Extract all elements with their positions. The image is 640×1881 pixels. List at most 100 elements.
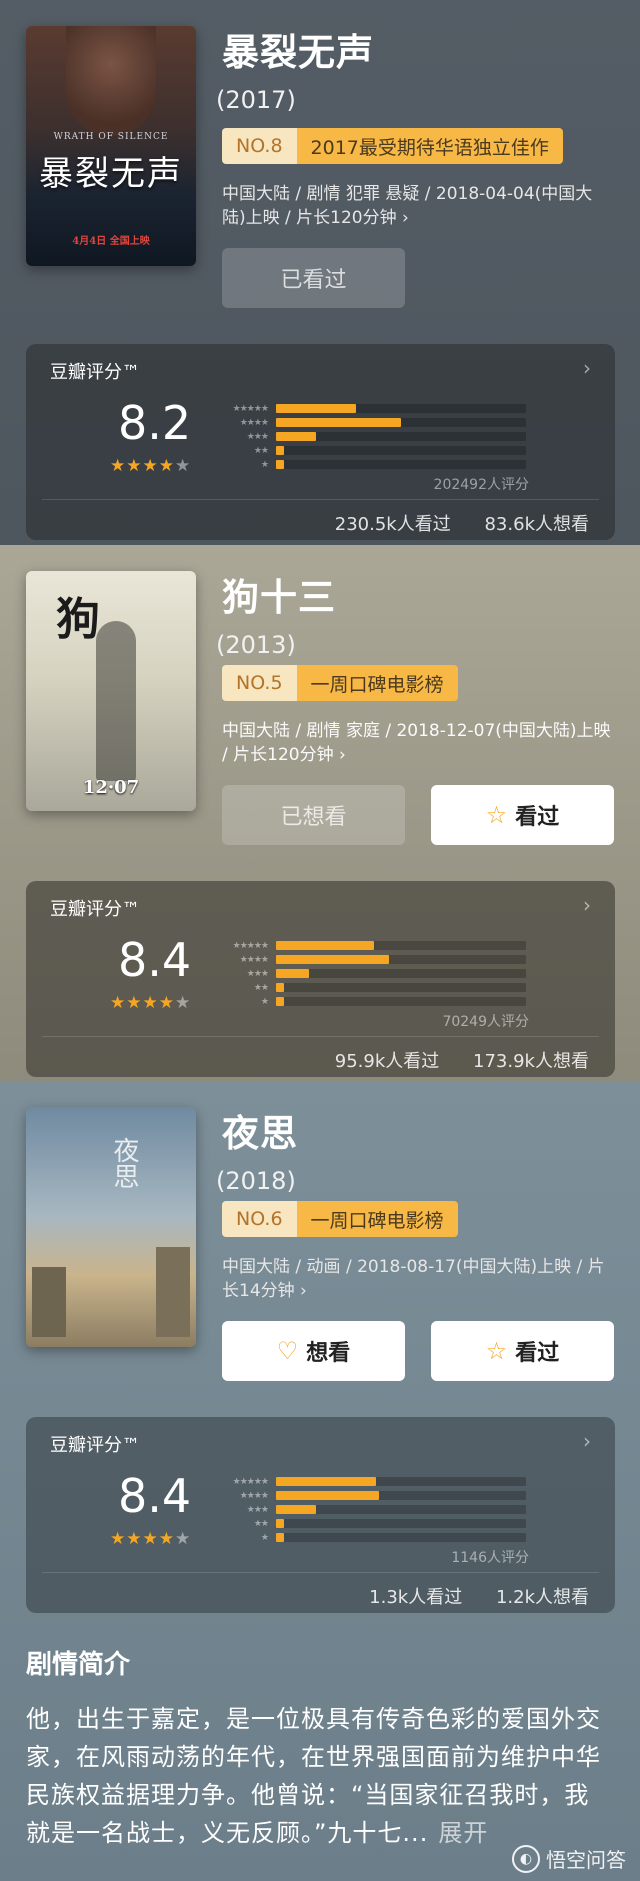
star-icon: ★ xyxy=(142,456,159,476)
want-to-watch-button[interactable]: ♡ 想看 xyxy=(222,1321,405,1381)
star-icon: ★ xyxy=(175,1529,192,1549)
star-level-icon: ★★★★★ xyxy=(232,1476,269,1487)
distribution-bar xyxy=(276,446,284,455)
distribution-bar xyxy=(276,404,356,413)
poster-face-art xyxy=(66,26,156,136)
star-level-icon: ★★★★ xyxy=(239,417,269,428)
rating-label: 豆瓣评分™ xyxy=(50,1435,140,1456)
seen-count: 1.3k人看过 xyxy=(369,1587,463,1608)
rank-number: NO.6 xyxy=(222,1201,297,1237)
star-level-icon: ★★ xyxy=(253,445,269,456)
distribution-row: ★ xyxy=(216,458,526,471)
movie-poster[interactable]: 夜思 xyxy=(26,1107,196,1347)
poster-title: 狗 xyxy=(56,594,100,645)
distribution-bar xyxy=(276,997,284,1006)
distribution-bar xyxy=(276,418,401,427)
rank-list-name: 一周口碑电影榜 xyxy=(296,1201,458,1237)
star-outline-icon: ☆ xyxy=(485,801,508,829)
want-to-watch-done-button[interactable]: 已想看 xyxy=(222,785,405,845)
distribution-track xyxy=(276,446,526,455)
distribution-row: ★★★★★ xyxy=(216,402,526,415)
rank-badge[interactable]: NO.5 一周口碑电影榜 xyxy=(222,665,458,701)
douban-rating-panel[interactable]: 豆瓣评分™ › 8.2 ★★★★★ ★★★★★ ★★★★ ★★★ ★★ ★ 202492… xyxy=(26,344,615,540)
distribution-track xyxy=(276,983,526,992)
distribution-row: ★★★★★ xyxy=(216,1475,526,1488)
chevron-right-icon: › xyxy=(583,1429,591,1453)
rank-list-name: 一周口碑电影榜 xyxy=(296,665,458,701)
distribution-row: ★ xyxy=(216,995,526,1008)
watermark: ◐ 悟空问答 xyxy=(512,1844,626,1873)
movie-poster[interactable]: 狗 12·07 xyxy=(26,571,196,811)
distribution-row: ★ xyxy=(216,1531,526,1544)
star-icon: ★ xyxy=(142,1529,159,1549)
title-block: 狗十三 (2013) xyxy=(216,567,620,659)
chevron-right-icon: › xyxy=(583,893,591,917)
distribution-track xyxy=(276,1491,526,1500)
rating-stars: ★★★★★ xyxy=(110,456,191,476)
want-button-label: 想看 xyxy=(306,1341,351,1366)
movie-title: 夜思 xyxy=(222,1112,298,1155)
rating-label: 豆瓣评分™ xyxy=(50,362,140,383)
star-level-icon: ★★★★★ xyxy=(232,940,269,951)
distribution-bar xyxy=(276,1477,376,1486)
seen-count: 230.5k人看过 xyxy=(334,514,451,535)
watched-button[interactable]: ☆ 看过 xyxy=(431,1321,614,1381)
rank-badge[interactable]: NO.8 2017最受期待华语独立佳作 xyxy=(222,128,563,164)
star-level-icon: ★★★ xyxy=(246,1504,269,1515)
rating-count: 202492人评分 xyxy=(433,477,529,493)
rating-score: 8.4 xyxy=(118,933,192,987)
star-icon: ★ xyxy=(126,1529,143,1549)
douban-rating-panel[interactable]: 豆瓣评分™ › 8.4 ★★★★★ ★★★★★ ★★★★ ★★★ ★★ ★ 1146人评… xyxy=(26,1417,615,1613)
poster-title: 夜思 xyxy=(109,1137,139,1189)
star-outline-icon: ☆ xyxy=(485,1337,508,1365)
poster-title: 暴裂无声 xyxy=(39,154,183,194)
star-level-icon: ★★★★ xyxy=(239,954,269,965)
distribution-bar xyxy=(276,969,309,978)
rating-label: 豆瓣评分™ xyxy=(50,899,140,920)
star-level-icon: ★★★★ xyxy=(239,1490,269,1501)
star-level-icon: ★★★ xyxy=(246,968,269,979)
distribution-track xyxy=(276,1477,526,1486)
rank-number: NO.8 xyxy=(222,128,297,164)
star-level-icon: ★ xyxy=(260,996,269,1007)
distribution-row: ★★★★★ xyxy=(216,939,526,952)
distribution-row: ★★★ xyxy=(216,967,526,980)
poster-building-art xyxy=(32,1267,66,1337)
movie-poster[interactable]: WRATH OF SILENCE 暴裂无声 4月4日 全国上映 xyxy=(26,26,196,266)
distribution-row: ★★★ xyxy=(216,1503,526,1516)
movie-card-2: 狗 12·07 狗十三 (2013) NO.5 一周口碑电影榜 中国大陆 / 剧… xyxy=(0,545,640,1081)
rating-score: 8.4 xyxy=(118,1469,192,1523)
distribution-track xyxy=(276,1533,526,1542)
star-level-icon: ★ xyxy=(260,1532,269,1543)
rank-badge[interactable]: NO.6 一周口碑电影榜 xyxy=(222,1201,458,1237)
distribution-bar xyxy=(276,983,284,992)
distribution-bar xyxy=(276,1533,284,1542)
movie-card-1: WRATH OF SILENCE 暴裂无声 4月4日 全国上映 暴裂无声 (20… xyxy=(0,0,640,545)
poster-english-title: WRATH OF SILENCE xyxy=(53,132,169,142)
distribution-track xyxy=(276,941,526,950)
want-count: 173.9k人想看 xyxy=(473,1051,589,1072)
distribution-track xyxy=(276,418,526,427)
synopsis-text: 他，出生于嘉定，是一位极具有传奇色彩的爱国外交家，在风雨动荡的年代，在世界强国面… xyxy=(26,1700,610,1852)
distribution-track xyxy=(276,432,526,441)
synopsis-heading: 剧情简介 xyxy=(26,1650,131,1680)
expand-link[interactable]: 展开 xyxy=(438,1819,488,1847)
distribution-bar xyxy=(276,955,389,964)
movie-meta[interactable]: 中国大陆 / 剧情 家庭 / 2018-12-07(中国大陆)上映 / 片长12… xyxy=(222,719,612,767)
distribution-track xyxy=(276,955,526,964)
movie-year: (2018) xyxy=(216,1167,296,1195)
poster-release-date: 12·07 xyxy=(82,777,140,798)
douban-rating-panel[interactable]: 豆瓣评分™ › 8.4 ★★★★★ ★★★★★ ★★★★ ★★★ ★★ ★ 70249人… xyxy=(26,881,615,1077)
movie-meta[interactable]: 中国大陆 / 剧情 犯罪 悬疑 / 2018-04-04(中国大陆)上映 / 片… xyxy=(222,182,612,230)
distribution-row: ★★★★ xyxy=(216,416,526,429)
rating-distribution: ★★★★★ ★★★★ ★★★ ★★ ★ xyxy=(216,939,526,1009)
distribution-bar xyxy=(276,1505,316,1514)
poster-release-date: 4月4日 全国上映 xyxy=(72,236,150,247)
divider xyxy=(42,499,599,500)
distribution-row: ★★ xyxy=(216,1517,526,1530)
watched-button[interactable]: 已看过 xyxy=(222,248,405,308)
distribution-bar xyxy=(276,460,284,469)
movie-meta[interactable]: 中国大陆 / 动画 / 2018-08-17(中国大陆)上映 / 片长14分钟 … xyxy=(222,1255,612,1303)
distribution-track xyxy=(276,404,526,413)
watched-button[interactable]: ☆ 看过 xyxy=(431,785,614,845)
